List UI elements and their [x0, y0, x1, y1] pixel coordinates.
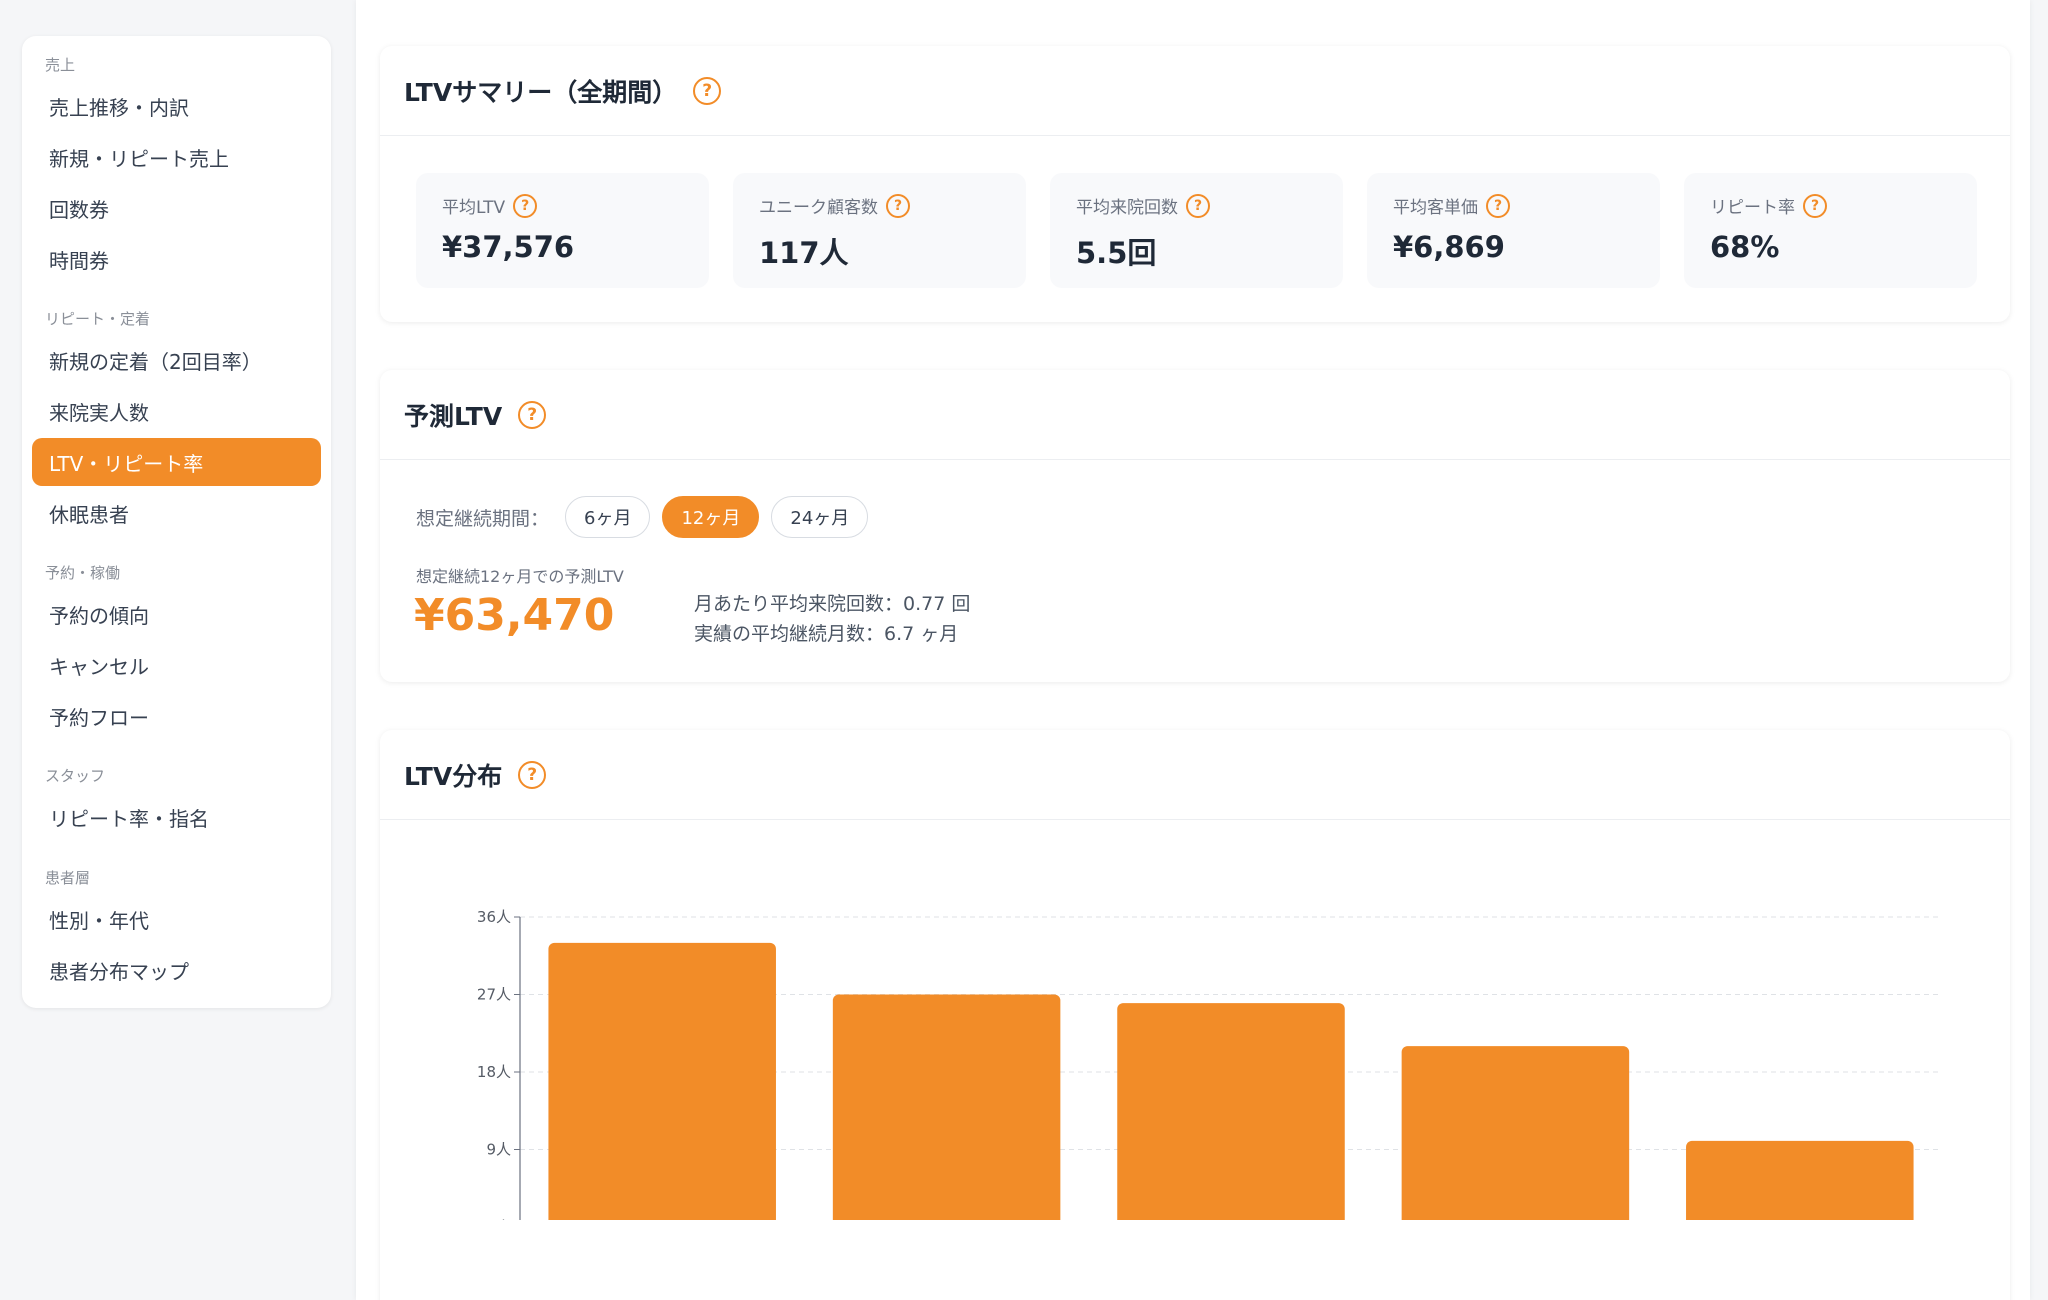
help-icon[interactable]: ? [1803, 193, 1827, 218]
sidebar-item-new-retention[interactable]: 新規の定着（2回目率） [32, 336, 321, 384]
monthly-visits-note: 月あたり平均来院回数：0.77 回 [694, 593, 971, 615]
sidebar-item-unique-visitors[interactable]: 来院実人数 [32, 387, 321, 435]
sidebar-item-dormant-patients[interactable]: 休眠患者 [32, 489, 321, 537]
sidebar-item-patient-map[interactable]: 患者分布マップ [32, 946, 321, 994]
kpi-label: ユニーク顧客数 [759, 198, 878, 218]
sidebar-item-booking-flow[interactable]: 予約フロー [32, 692, 321, 740]
period-12-months-button[interactable]: 12ヶ月 [662, 496, 760, 538]
predicted-ltv-header: 予測LTV ? [380, 370, 2010, 460]
help-icon[interactable]: ? [1486, 193, 1510, 218]
predicted-ltv-caption: 想定継続12ヶ月での予測LTV [416, 567, 624, 586]
y-tick-label: 27人 [477, 986, 511, 1004]
y-tick-label: 0人 [486, 1218, 511, 1220]
kpi-value: ¥6,869 [1393, 230, 1505, 264]
sidebar-section-booking: 予約・稼働 [45, 564, 121, 582]
bar-1 [548, 942, 776, 1220]
ltv-summary-card: LTVサマリー（全期間） ? 平均LTV? ¥37,576 ユニーク顧客数? 1… [380, 46, 2010, 322]
kpi-value: 117人 [759, 236, 849, 270]
bar-5 [1686, 1140, 1914, 1220]
sidebar-section-retention: リピート・定着 [45, 310, 151, 328]
sidebar-item-booking-trends[interactable]: 予約の傾向 [32, 590, 321, 638]
kpi-average-visits: 平均来院回数? 5.5回 [1050, 173, 1343, 288]
ltv-summary-header: LTVサマリー（全期間） ? [380, 46, 2010, 136]
ltv-distribution-title: LTV分布 [404, 761, 503, 791]
bar-4 [1401, 1046, 1630, 1220]
period-24-months-button[interactable]: 24ヶ月 [771, 496, 869, 538]
sidebar-item-time-tickets[interactable]: 時間券 [32, 235, 321, 283]
help-icon[interactable]: ? [1186, 193, 1210, 218]
sidebar-section-staff: スタッフ [45, 767, 106, 785]
period-selector: 想定継続期間： 6ヶ月 12ヶ月 24ヶ月 [416, 496, 880, 538]
main-content: LTVサマリー（全期間） ? 平均LTV? ¥37,576 ユニーク顧客数? 1… [356, 0, 2030, 1300]
kpi-label: 平均LTV [442, 198, 506, 218]
y-tick-label: 18人 [477, 1063, 511, 1081]
ltv-distribution-header: LTV分布 ? [380, 730, 2010, 820]
period-label: 想定継続期間： [416, 507, 550, 530]
help-icon[interactable]: ? [693, 76, 722, 105]
kpi-unique-customers: ユニーク顧客数? 117人 [733, 173, 1026, 288]
sidebar-item-new-repeat-sales[interactable]: 新規・リピート売上 [32, 133, 321, 181]
bar-3 [1117, 1003, 1345, 1220]
kpi-label: リピート率 [1710, 198, 1795, 218]
y-tick-label: 36人 [477, 908, 511, 926]
period-6-months-button[interactable]: 6ヶ月 [565, 496, 651, 538]
kpi-label: 平均来院回数 [1076, 198, 1178, 218]
kpi-value: 5.5回 [1076, 236, 1157, 270]
bar-2 [832, 994, 1061, 1220]
predicted-ltv-title: 予測LTV [404, 401, 503, 431]
help-icon[interactable]: ? [518, 760, 547, 789]
sidebar-item-ltv-repeat-rate[interactable]: LTV・リピート率 [32, 438, 321, 486]
sidebar-item-coupon-tickets[interactable]: 回数券 [32, 184, 321, 232]
help-icon[interactable]: ? [518, 400, 547, 429]
ltv-distribution-card: LTV分布 ? 0人9人18人27人36人〜1万円1〜3万円3〜5万円5〜10万… [380, 730, 2010, 1300]
average-months-note: 実績の平均継続月数：6.7 ヶ月 [694, 623, 959, 645]
sidebar-item-gender-age[interactable]: 性別・年代 [32, 895, 321, 943]
sidebar-item-staff-repeat-rate[interactable]: リピート率・指名 [32, 793, 321, 841]
ltv-distribution-chart: 0人9人18人27人36人〜1万円1〜3万円3〜5万円5〜10万円10万円〜 [477, 908, 1942, 1220]
kpi-row: 平均LTV? ¥37,576 ユニーク顧客数? 117人 平均来院回数? 5.5… [416, 173, 1977, 288]
kpi-repeat-rate: リピート率? 68% [1684, 173, 1977, 288]
sidebar-nav: 売上 売上推移・内訳 新規・リピート売上 回数券 時間券 リピート・定着 新規の… [22, 36, 331, 1008]
predicted-ltv-value: ¥63,470 [414, 590, 615, 641]
help-icon[interactable]: ? [513, 193, 538, 218]
sidebar-item-sales-trend[interactable]: 売上推移・内訳 [32, 82, 321, 130]
kpi-value: 68% [1710, 230, 1780, 264]
sidebar-section-patients: 患者層 [45, 869, 91, 887]
kpi-average-ltv: 平均LTV? ¥37,576 [416, 173, 709, 288]
kpi-average-spend: 平均客単価? ¥6,869 [1367, 173, 1660, 288]
sidebar-section-sales: 売上 [45, 56, 76, 74]
kpi-label: 平均客単価 [1393, 198, 1478, 218]
kpi-value: ¥37,576 [442, 230, 575, 264]
ltv-summary-title: LTVサマリー（全期間） [404, 77, 678, 107]
predicted-ltv-card: 予測LTV ? 想定継続期間： 6ヶ月 12ヶ月 24ヶ月 想定継続12ヶ月での… [380, 370, 2010, 682]
sidebar-item-cancellations[interactable]: キャンセル [32, 641, 321, 689]
y-tick-label: 9人 [486, 1141, 511, 1159]
help-icon[interactable]: ? [886, 193, 910, 218]
